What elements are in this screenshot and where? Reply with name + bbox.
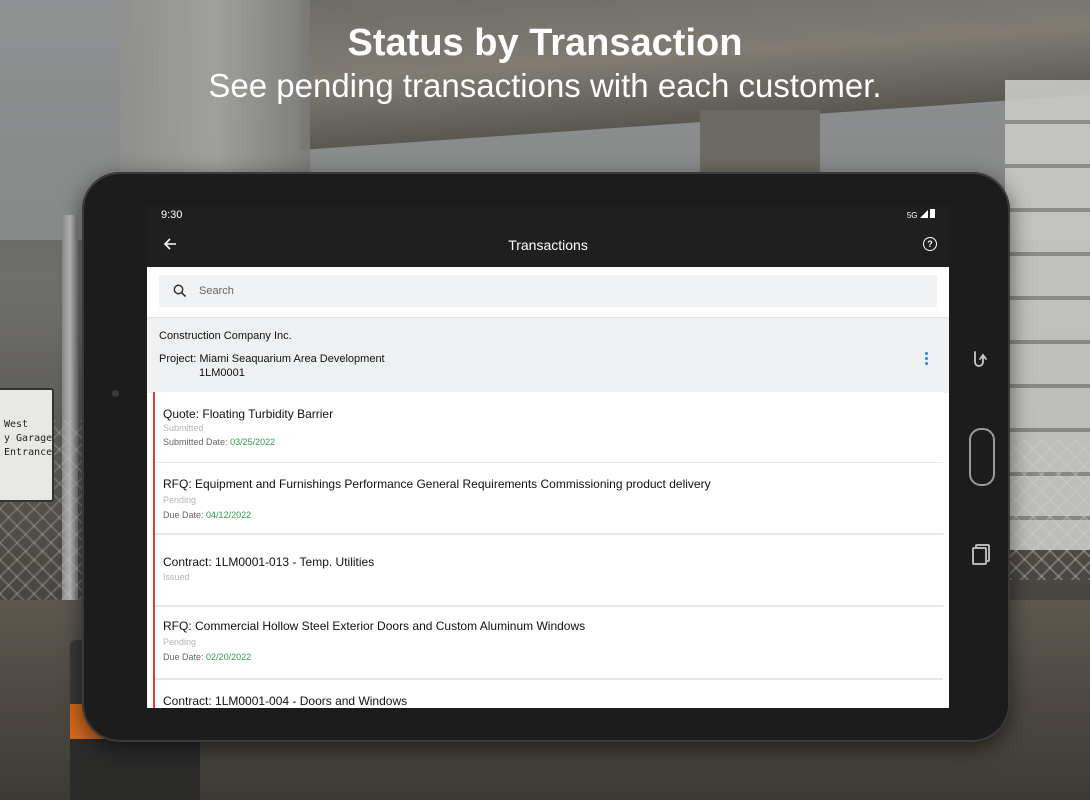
transaction-status: Pending <box>163 495 197 505</box>
page-title: Transactions <box>508 237 588 253</box>
battery-icon <box>930 209 935 218</box>
sign-line: West <box>4 419 29 430</box>
transaction-item[interactable]: Contract: 1LM0001-013 - Temp. Utilities … <box>155 535 943 607</box>
company-name: Construction Company Inc. <box>159 330 292 342</box>
search-bar[interactable] <box>159 275 937 307</box>
headline-subtitle: See pending transactions with each custo… <box>208 67 882 104</box>
transaction-title: Contract: 1LM0001-013 - Temp. Utilities <box>163 555 375 569</box>
home-button[interactable] <box>969 428 995 486</box>
recent-apps-icon[interactable] <box>972 544 990 565</box>
search-icon <box>173 284 187 298</box>
transaction-date-row: Due Date: 04/12/2022 <box>163 510 251 520</box>
transaction-date-row: Submitted Date: 03/25/2022 <box>163 437 275 447</box>
sign-line: Entrance <box>4 447 53 458</box>
project-header: Construction Company Inc. Project: Miami… <box>147 317 949 393</box>
tablet-screen: 9:30 5G Transactions ? Construction Comp… <box>147 205 949 708</box>
sign-line: y Garage <box>4 433 53 444</box>
date-value: 02/20/2022 <box>206 652 252 662</box>
transaction-status: Submitted <box>163 423 204 433</box>
date-value: 04/12/2022 <box>206 510 252 520</box>
background-fence-right <box>1010 440 1090 580</box>
transaction-item[interactable]: RFQ: Commercial Hollow Steel Exterior Do… <box>155 607 943 680</box>
signal-icon <box>919 210 928 218</box>
transaction-title: RFQ: Equipment and Furnishings Performan… <box>163 477 711 491</box>
transaction-status: Pending <box>163 637 197 647</box>
search-section <box>147 267 949 317</box>
transaction-status: Issued <box>163 572 190 582</box>
date-label: Submitted Date: <box>163 437 228 447</box>
headline: Status by Transaction See pending transa… <box>0 20 1090 106</box>
date-label: Due Date: <box>163 652 204 662</box>
transaction-list: Quote: Floating Turbidity Barrier Submit… <box>153 392 943 708</box>
project-code: 1LM0001 <box>199 367 245 379</box>
app-bar: Transactions ? <box>147 225 949 267</box>
project-line: Project: Miami Seaquarium Area Developme… <box>159 353 385 365</box>
transaction-item[interactable]: Quote: Floating Turbidity Barrier Submit… <box>155 392 943 464</box>
headline-title: Status by Transaction <box>347 22 743 64</box>
transaction-date-row: Due Date: 02/20/2022 <box>163 652 251 662</box>
help-circle-icon[interactable]: ? <box>923 237 937 251</box>
project-label: Project: <box>159 353 197 365</box>
signal-indicator: 5G <box>907 209 935 220</box>
status-bar: 9:30 5G <box>147 205 949 225</box>
date-value: 03/25/2022 <box>230 437 276 447</box>
transaction-item[interactable]: Contract: 1LM0001-004 - Doors and Window… <box>155 680 943 708</box>
more-vertical-icon[interactable] <box>925 352 929 366</box>
back-hardware-icon[interactable] <box>972 350 988 376</box>
transaction-title: Contract: 1LM0001-004 - Doors and Window… <box>163 694 408 708</box>
background-sign-text: West y Garage Entrance <box>4 418 52 460</box>
project-name: Miami Seaquarium Area Development <box>199 353 385 365</box>
search-input[interactable] <box>199 275 919 307</box>
transaction-item[interactable]: RFQ: Equipment and Furnishings Performan… <box>155 463 943 535</box>
date-label: Due Date: <box>163 510 204 520</box>
transaction-title: RFQ: Commercial Hollow Steel Exterior Do… <box>163 619 586 633</box>
transaction-title: Quote: Floating Turbidity Barrier <box>163 407 334 421</box>
signal-label: 5G <box>906 211 918 220</box>
camera-icon <box>112 390 119 397</box>
status-time: 9:30 <box>161 209 183 221</box>
